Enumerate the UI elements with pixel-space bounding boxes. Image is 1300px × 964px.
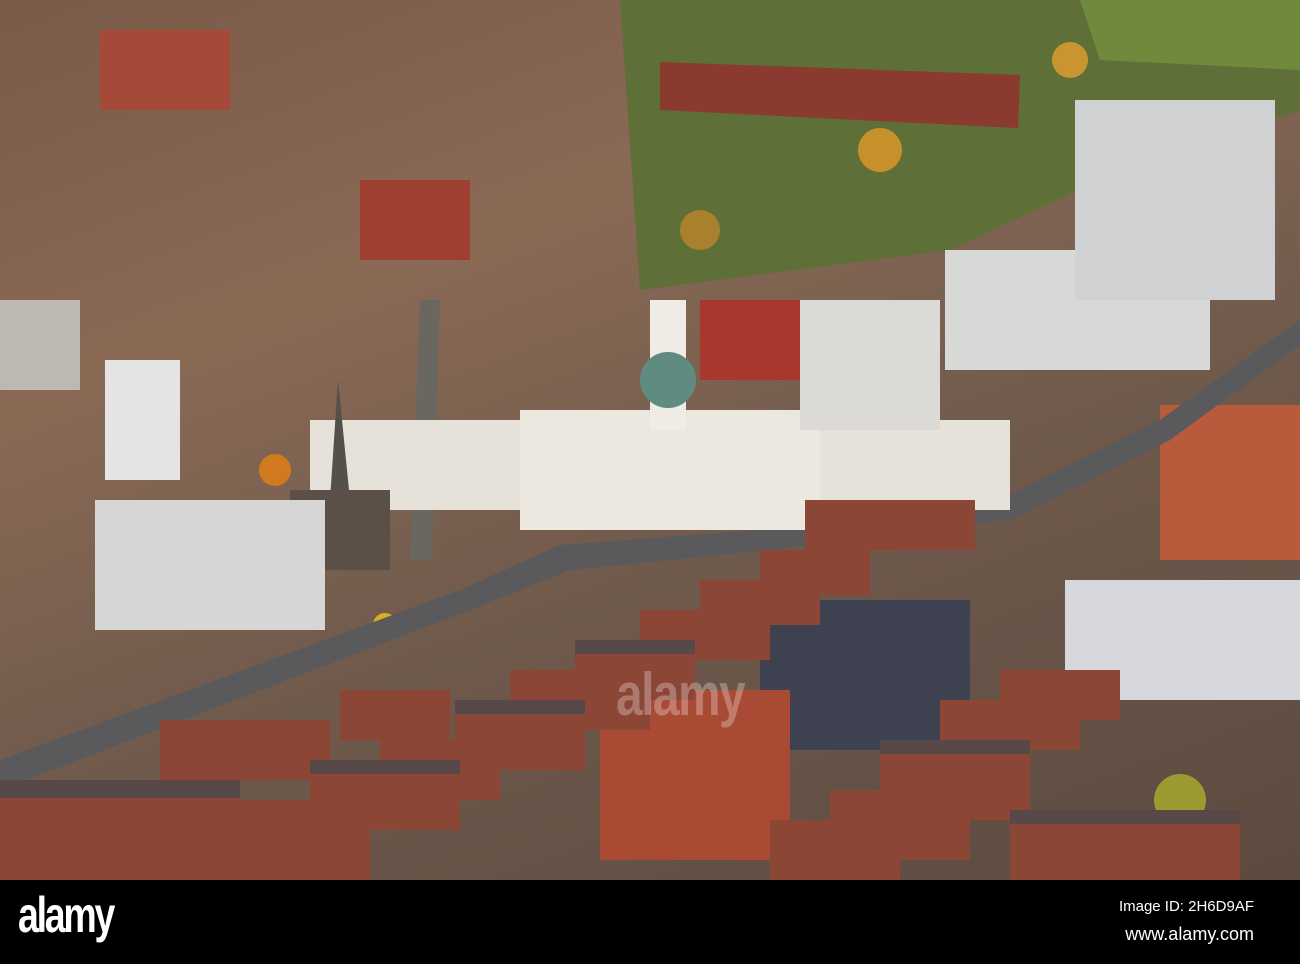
lawn	[1080, 0, 1300, 70]
dome	[640, 352, 696, 408]
building	[1075, 100, 1275, 300]
image-id: Image ID: 2H6D9AF	[1118, 898, 1254, 915]
website-link[interactable]: www.alamy.com	[1125, 924, 1254, 945]
autumn-tree	[858, 128, 902, 172]
autumn-tree	[1052, 42, 1088, 78]
building	[100, 30, 230, 110]
building	[360, 180, 470, 260]
autumn-tree	[680, 210, 720, 250]
building	[0, 300, 80, 390]
building	[95, 500, 325, 630]
city-scene	[0, 0, 1300, 880]
aerial-photo: alamy	[0, 0, 1300, 880]
autumn-tree	[259, 454, 291, 486]
watermark: alamy	[616, 661, 746, 728]
footer-bar: alamy Image ID: 2H6D9AF www.alamy.com	[0, 880, 1300, 964]
building	[800, 300, 940, 430]
alamy-logo: alamy	[18, 887, 115, 943]
building	[105, 360, 180, 480]
